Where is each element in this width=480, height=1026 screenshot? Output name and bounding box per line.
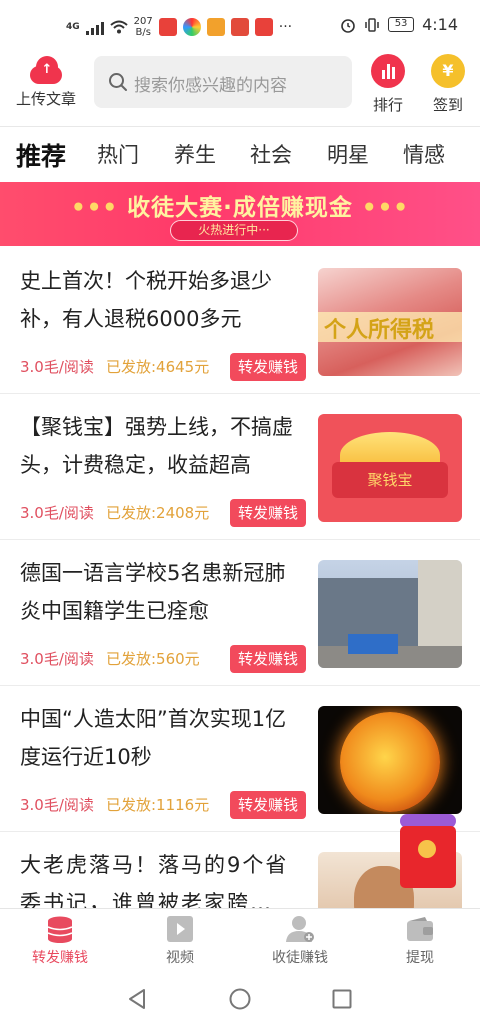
app-icon-5 <box>254 18 273 36</box>
promo-banner[interactable]: ••• 收徒大赛·成倍赚现金 ••• 火热进行中··· <box>0 182 480 246</box>
nav-label: 提现 <box>406 950 434 966</box>
nav-video[interactable]: 视频 <box>130 915 230 967</box>
article-title[interactable]: 大老虎落马！落马的9个省委书记，谁曾被老家跨… <box>20 846 306 908</box>
search-input[interactable]: 搜索你感兴趣的内容 <box>94 56 352 108</box>
checkin-label: 签到 <box>432 96 463 114</box>
tab-stars[interactable]: 明星 <box>327 139 369 169</box>
home-icon[interactable] <box>229 988 251 1010</box>
category-tabs: 推荐 热门 养生 社会 明星 情感 <box>0 126 480 182</box>
coin-symbol: ¥ <box>442 61 454 80</box>
article-item[interactable]: 德国一语言学校5名患新冠肺炎中国籍学生已痊愈 3.0毛/阅读 已发放:560元 … <box>0 540 480 686</box>
app-header: ↑ 上传文章 搜索你感兴趣的内容 排行 ¥ 签到 <box>0 52 480 122</box>
share-earn-button[interactable]: 转发赚钱 <box>230 353 306 381</box>
article-title[interactable]: 【聚钱宝】强势上线，不搞虚头，计费稳定，收益超高 <box>20 408 306 484</box>
article-price: 3.0毛/阅读 <box>20 796 94 814</box>
rank-button[interactable]: 排行 <box>364 54 412 115</box>
thumbnail-caption: 聚钱宝 <box>332 462 448 498</box>
article-thumbnail[interactable] <box>318 560 462 668</box>
upload-label: 上传文章 <box>15 90 76 108</box>
share-earn-button[interactable]: 转发赚钱 <box>230 499 306 527</box>
nav-label: 收徒赚钱 <box>272 950 328 966</box>
checkin-button[interactable]: ¥ 签到 <box>424 54 472 115</box>
status-left: 4G 207 B/s ··· <box>66 16 292 38</box>
nav-recruit-earn[interactable]: 收徒赚钱 <box>250 915 350 967</box>
status-bar: 4G 207 B/s ··· 53 4:14 <box>0 0 480 52</box>
article-title[interactable]: 史上首次！个税开始多退少补，有人退税6000多元 <box>20 262 306 338</box>
network-speed: 207 B/s <box>134 16 153 38</box>
banner-title-row: ••• 收徒大赛·成倍赚现金 ••• <box>71 195 409 221</box>
share-earn-button[interactable]: 转发赚钱 <box>230 791 306 819</box>
nav-label: 视频 <box>166 950 194 966</box>
article-paid-amount: 已发放:1116元 <box>106 796 210 814</box>
app-icon-4 <box>230 18 249 36</box>
tab-recommend[interactable]: 推荐 <box>16 137 66 173</box>
upload-article-button[interactable]: ↑ 上传文章 <box>14 56 78 109</box>
app-icon-2 <box>182 18 201 36</box>
tab-society[interactable]: 社会 <box>250 139 292 169</box>
rank-label: 排行 <box>372 96 403 114</box>
article-price: 3.0毛/阅读 <box>20 650 94 668</box>
app-icon-1 <box>158 18 177 36</box>
article-price: 3.0毛/阅读 <box>20 504 94 522</box>
nav-label: 转发赚钱 <box>32 950 88 966</box>
article-thumbnail[interactable]: 个人所得税 <box>318 268 462 376</box>
speed-value: 207 <box>133 16 153 27</box>
search-icon <box>109 73 127 91</box>
signal-icon <box>85 19 104 35</box>
system-nav-bar <box>0 970 480 1026</box>
red-envelope-float-button[interactable] <box>398 814 460 890</box>
article-paid-amount: 已发放:4645元 <box>106 358 210 376</box>
banner-subtitle: 火热进行中··· <box>170 220 298 241</box>
clock: 4:14 <box>422 15 458 34</box>
search-placeholder: 搜索你感兴趣的内容 <box>134 76 287 96</box>
envelope-seal-icon <box>418 840 436 858</box>
status-right: 53 4:14 <box>340 15 458 34</box>
alarm-icon <box>341 18 355 33</box>
sun-image <box>340 712 440 812</box>
nav-share-earn[interactable]: 转发赚钱 <box>10 915 110 967</box>
coins-icon <box>45 915 75 943</box>
thumbnail-caption: 个人所得税 <box>324 318 435 343</box>
tab-emotion[interactable]: 情感 <box>403 139 445 169</box>
article-item[interactable]: 中国“人造太阳”首次实现1亿度运行近10秒 3.0毛/阅读 已发放:1116元 … <box>0 686 480 832</box>
banner-title: 收徒大赛·成倍赚现金 <box>127 195 353 221</box>
nav-withdraw[interactable]: 提现 <box>370 915 470 967</box>
article-title[interactable]: 中国“人造太阳”首次实现1亿度运行近10秒 <box>20 700 306 776</box>
article-price: 3.0毛/阅读 <box>20 358 94 376</box>
article-item[interactable]: 【聚钱宝】强势上线，不搞虚头，计费稳定，收益超高 3.0毛/阅读 已发放:240… <box>0 394 480 540</box>
article-title[interactable]: 德国一语言学校5名患新冠肺炎中国籍学生已痊愈 <box>20 554 306 630</box>
cloud-upload-icon: ↑ <box>26 56 66 84</box>
battery-level: 53 <box>394 18 408 29</box>
more-notifications-icon: ··· <box>278 19 293 35</box>
article-thumbnail[interactable]: 聚钱宝 <box>318 414 462 522</box>
article-item[interactable]: 史上首次！个税开始多退少补，有人退税6000多元 3.0毛/阅读 已发放:464… <box>0 248 480 394</box>
wifi-icon <box>109 20 128 34</box>
vibrate-icon <box>365 17 379 32</box>
bar-chart-icon <box>371 54 405 88</box>
share-earn-button[interactable]: 转发赚钱 <box>230 645 306 673</box>
tab-health[interactable]: 养生 <box>174 139 216 169</box>
app-icon-3 <box>206 18 225 36</box>
battery-icon: 53 <box>388 17 415 32</box>
recents-icon[interactable] <box>332 989 352 1009</box>
speed-unit: B/s <box>135 27 151 38</box>
article-thumbnail[interactable] <box>318 706 462 814</box>
article-feed: 史上首次！个税开始多退少补，有人退税6000多元 3.0毛/阅读 已发放:464… <box>0 248 480 908</box>
network-label: 4G <box>66 22 80 32</box>
video-icon <box>165 915 195 943</box>
back-icon[interactable] <box>126 988 148 1010</box>
article-paid-amount: 已发放:2408元 <box>106 504 210 522</box>
article-paid-amount: 已发放:560元 <box>106 650 200 668</box>
bottom-nav: 转发赚钱 视频 收徒赚钱 提现 <box>0 908 480 970</box>
tab-hot[interactable]: 热门 <box>97 139 139 169</box>
coin-icon: ¥ <box>431 54 465 88</box>
wallet-icon <box>405 915 435 943</box>
add-user-icon <box>285 915 315 943</box>
